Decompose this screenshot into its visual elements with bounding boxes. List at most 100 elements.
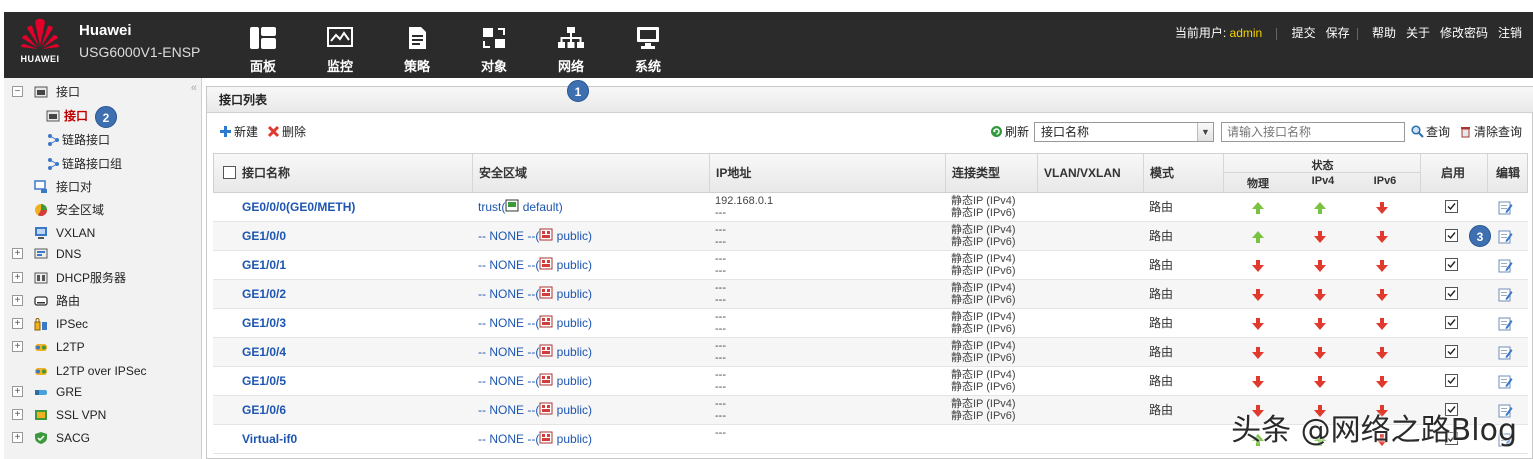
commit-link[interactable]: 提交	[1289, 24, 1319, 42]
sidebar-item-link-interface-group[interactable]: 链路接口组	[44, 154, 194, 174]
select-all-checkbox[interactable]	[223, 166, 236, 179]
edit-icon[interactable]	[1498, 229, 1513, 244]
edit-icon[interactable]	[1498, 316, 1513, 331]
interface-name-link[interactable]: GE1/0/6	[242, 396, 467, 425]
security-zone-link[interactable]: -- NONE --( public)	[478, 396, 708, 425]
sidebar-item-gre[interactable]: + GRE	[12, 382, 192, 402]
nav-system[interactable]: 系统	[617, 12, 679, 78]
edit-icon[interactable]	[1498, 374, 1513, 389]
enable-checkbox[interactable]	[1445, 374, 1458, 387]
nav-dashboard[interactable]: 面板	[232, 12, 294, 78]
logout-link[interactable]: 注销	[1495, 24, 1525, 42]
col-conn-type[interactable]: 连接类型	[946, 154, 1038, 192]
collapse-icon[interactable]: −	[12, 86, 23, 97]
expand-icon[interactable]: +	[12, 409, 23, 420]
expand-icon[interactable]: +	[12, 295, 23, 306]
interface-name-link[interactable]: GE1/0/2	[242, 280, 467, 309]
security-zone-link[interactable]: -- NONE --( public)	[478, 367, 708, 396]
help-link[interactable]: 帮助	[1369, 24, 1399, 42]
change-password-link[interactable]: 修改密码	[1437, 24, 1491, 42]
sidebar-item-label: 安全区域	[56, 203, 105, 217]
sidebar-item-ssl-vpn[interactable]: + SSL VPN	[12, 405, 192, 425]
enable-checkbox[interactable]	[1445, 229, 1458, 242]
security-zone-link[interactable]: -- NONE --( public)	[478, 309, 708, 338]
watermark: 头条 @网络之路Blog	[1231, 413, 1517, 448]
sidebar-item-dhcp[interactable]: + DHCP服务器	[12, 268, 192, 288]
col-ipv4: IPv4	[1311, 175, 1335, 187]
sidebar-item-interface[interactable]: 接口	[44, 106, 194, 126]
col-vlan[interactable]: VLAN/VXLAN	[1038, 154, 1144, 192]
sidebar-item-interface-pair[interactable]: 接口对	[34, 177, 194, 197]
security-zone-link[interactable]: -- NONE --( public)	[478, 425, 708, 454]
expand-icon[interactable]: +	[12, 318, 23, 329]
sidebar-item-route[interactable]: + 路由	[12, 291, 192, 311]
interface-name-link[interactable]: Virtual-if0	[242, 425, 467, 454]
mode: 路由	[1149, 258, 1174, 272]
enable-checkbox[interactable]	[1445, 200, 1458, 213]
nav-object[interactable]: 对象	[463, 12, 525, 78]
ip-address: --- ---	[715, 309, 940, 338]
sidebar-item-sacg[interactable]: + SACG	[12, 428, 192, 448]
security-zone-link[interactable]: -- NONE --( public)	[478, 280, 708, 309]
search-input[interactable]	[1221, 122, 1405, 142]
interface-name-link[interactable]: GE1/0/5	[242, 367, 467, 396]
edit-icon[interactable]	[1498, 200, 1513, 215]
expand-icon[interactable]: +	[12, 248, 23, 259]
security-zone-link[interactable]: -- NONE --( public)	[478, 338, 708, 367]
sidebar-item-link-interface[interactable]: 链路接口	[44, 130, 194, 150]
nav-network[interactable]: 网络	[540, 12, 602, 78]
col-name[interactable]: 接口名称	[214, 154, 473, 192]
col-physical: 物理	[1247, 178, 1269, 190]
expand-icon[interactable]: +	[12, 272, 23, 283]
refresh-button[interactable]: 刷新	[990, 123, 1029, 141]
filter-field-select[interactable]: 接口名称 ▼	[1034, 122, 1214, 142]
expand-icon[interactable]: +	[12, 341, 23, 352]
interface-name-link[interactable]: GE0/0/0(GE0/METH)	[242, 193, 467, 222]
sidebar-item-interface-group[interactable]: − 接口	[12, 82, 192, 102]
clear-query-button[interactable]: 清除查询	[1459, 123, 1522, 141]
security-zone-link[interactable]: trust( default)	[478, 193, 708, 222]
interface-name-link[interactable]: GE1/0/4	[242, 338, 467, 367]
sidebar-item-l2tp-over-ipsec[interactable]: L2TP over IPSec	[34, 361, 194, 381]
enable-checkbox[interactable]	[1445, 287, 1458, 300]
chevron-down-icon[interactable]: ▼	[1197, 123, 1213, 141]
edit-icon[interactable]	[1498, 258, 1513, 273]
new-button[interactable]: 新建	[219, 123, 258, 141]
sidebar-item-security-zone[interactable]: 安全区域	[34, 200, 194, 220]
col-ip[interactable]: IP地址	[710, 154, 946, 192]
interface-name-link[interactable]: GE1/0/0	[242, 222, 467, 251]
security-zone-link[interactable]: -- NONE --( public)	[478, 251, 708, 280]
nav-policy[interactable]: 策略	[386, 12, 448, 78]
enable-checkbox[interactable]	[1445, 345, 1458, 358]
physical-down-arrow-icon	[1251, 375, 1265, 389]
sidebar-item-l2tp[interactable]: + L2TP	[12, 337, 192, 357]
delete-button[interactable]: 删除	[267, 123, 306, 141]
sidebar-item-label: 接口	[56, 85, 81, 99]
edit-icon[interactable]	[1498, 345, 1513, 360]
toolbar: 新建 删除 刷新 接口名称 ▼ 查询 清除查询	[207, 119, 1533, 145]
zone-public-icon	[539, 228, 553, 243]
about-link[interactable]: 关于	[1403, 24, 1433, 42]
save-link[interactable]: 保存	[1323, 24, 1353, 42]
ipv6-address: ---	[715, 207, 726, 219]
interface-name-link[interactable]: GE1/0/3	[242, 309, 467, 338]
zone-public-icon	[539, 315, 553, 330]
sidebar-item-ipsec[interactable]: + IPSec	[12, 314, 192, 334]
col-enable[interactable]: 启用	[1421, 154, 1488, 192]
interface-name-link[interactable]: GE1/0/1	[242, 251, 467, 280]
col-zone[interactable]: 安全区域	[473, 154, 710, 192]
edit-icon[interactable]	[1498, 287, 1513, 302]
zone-name: -- NONE --(	[478, 229, 540, 243]
sidebar-item-vxlan[interactable]: VXLAN	[34, 223, 194, 243]
security-zone-link[interactable]: -- NONE --( public)	[478, 222, 708, 251]
col-mode[interactable]: 模式	[1144, 154, 1224, 192]
nav-monitor[interactable]: 监控	[309, 12, 371, 78]
ip-address: --- ---	[715, 367, 940, 396]
query-button[interactable]: 查询	[1411, 123, 1450, 141]
enable-checkbox[interactable]	[1445, 316, 1458, 329]
expand-icon[interactable]: +	[12, 432, 23, 443]
sidebar-item-dns[interactable]: + DNS	[12, 244, 192, 264]
sidebar-item-label: 接口	[64, 109, 89, 123]
enable-checkbox[interactable]	[1445, 258, 1458, 271]
expand-icon[interactable]: +	[12, 386, 23, 397]
